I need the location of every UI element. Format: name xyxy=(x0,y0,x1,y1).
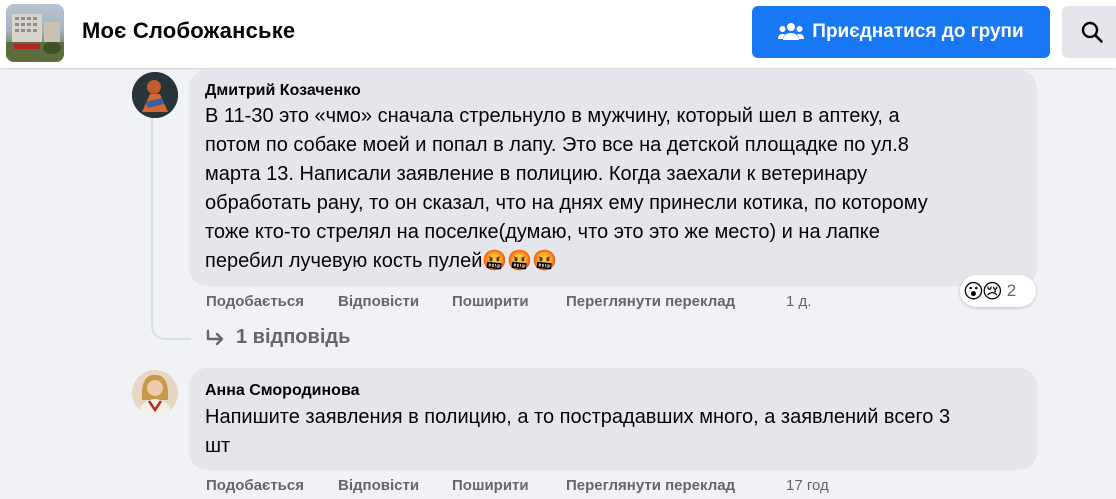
share-link[interactable]: Поширити xyxy=(452,293,529,310)
group-thumbnail[interactable] xyxy=(6,4,64,62)
comment-line: В 11-30 это «чмо» сначала стрельнуло в м… xyxy=(205,105,900,127)
sad-reaction-icon: 😢 xyxy=(981,280,1003,303)
avatar[interactable] xyxy=(132,370,178,416)
view-replies-link[interactable]: 1 відповідь xyxy=(206,326,350,349)
comment-author[interactable]: Дмитрий Козаченко xyxy=(205,82,361,100)
comment-line-text: перебил лучевую кость пулей xyxy=(205,250,483,272)
replies-count-label: 1 відповідь xyxy=(236,326,351,348)
reply-arrow-icon xyxy=(206,329,224,345)
reply-link[interactable]: Відповісти xyxy=(338,477,419,494)
comment-bubble: Анна Смородинова Напишите заявления в по… xyxy=(189,368,1037,470)
like-link[interactable]: Подобається xyxy=(206,477,304,494)
search-icon xyxy=(1081,21,1103,43)
comment-bubble: Дмитрий Козаченко В 11-30 это «чмо» снач… xyxy=(189,70,1037,286)
comment-line: тоже кто-то стрелял на поселке(думаю, чт… xyxy=(205,221,880,243)
reply-link[interactable]: Відповісти xyxy=(338,293,419,310)
reactions-summary[interactable]: 😮 😢 2 xyxy=(960,275,1036,307)
join-group-button[interactable]: Приєднатися до групи xyxy=(752,6,1050,58)
join-group-label: Приєднатися до групи xyxy=(812,21,1024,42)
wow-reaction-icon: 😮 xyxy=(963,280,984,303)
angry-emoji-icon: 🤬 xyxy=(532,250,558,272)
reaction-count: 2 xyxy=(1006,281,1017,300)
group-title[interactable]: Моє Слобожанське xyxy=(82,18,295,44)
translate-link[interactable]: Переглянути переклад xyxy=(566,477,735,494)
search-button[interactable] xyxy=(1062,6,1116,58)
angry-emoji-icon: 🤬 xyxy=(507,250,533,272)
comment-timestamp[interactable]: 17 год xyxy=(786,477,829,494)
avatar[interactable] xyxy=(132,72,178,118)
comment-text: В 11-30 это «чмо» сначала стрельнуло в м… xyxy=(205,102,928,276)
comment-line: перебил лучевую кость пулей🤬🤬🤬 xyxy=(205,247,928,276)
people-icon xyxy=(778,23,805,40)
comment-line: потом по собаке моей и попал в лапу. Это… xyxy=(205,134,909,156)
comment-line: шт xyxy=(205,435,231,457)
angry-emoji-icon: 🤬 xyxy=(482,250,508,272)
comment-author[interactable]: Анна Смородинова xyxy=(205,382,359,400)
like-link[interactable]: Подобається xyxy=(206,293,304,310)
translate-link[interactable]: Переглянути переклад xyxy=(566,293,735,310)
comment-timestamp[interactable]: 1 д. xyxy=(786,293,811,310)
comment-line: обработать рану, то он сказал, что на дн… xyxy=(205,192,928,214)
group-header: Моє Слобожанське Приєднатися до групи xyxy=(0,0,1116,68)
comment-text: Напишите заявления в полицию, а то постр… xyxy=(205,403,950,461)
comment-line: марта 13. Написали заявление в полицию. … xyxy=(205,163,868,185)
comment-line: Напишите заявления в полицию, а то постр… xyxy=(205,406,951,428)
share-link[interactable]: Поширити xyxy=(452,477,529,494)
thread-connector xyxy=(151,116,191,340)
